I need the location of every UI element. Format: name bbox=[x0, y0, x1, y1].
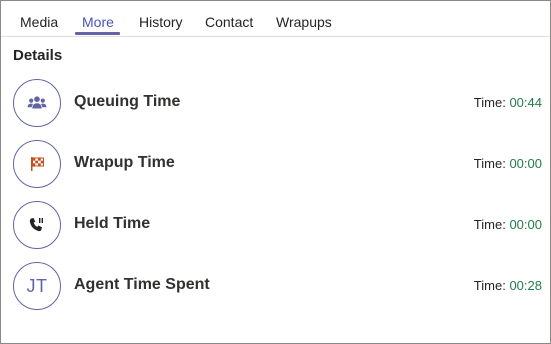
wrapup-icon-badge bbox=[13, 140, 61, 188]
detail-label: Agent Time Spent bbox=[74, 276, 210, 293]
detail-time: Time: 00:28 bbox=[474, 278, 542, 293]
tab-history[interactable]: History bbox=[139, 14, 183, 30]
details-panel: Media More History Contact Wrapups Detai… bbox=[0, 0, 551, 344]
time-value: 00:00 bbox=[509, 217, 542, 232]
time-prefix: Time: bbox=[473, 95, 506, 110]
section-title: Details bbox=[13, 47, 63, 64]
tab-media[interactable]: Media bbox=[20, 14, 58, 30]
detail-time: Time: 00:00 bbox=[474, 217, 542, 232]
detail-row-queuing-time: Queuing Time Time: 00:44 bbox=[1, 79, 550, 129]
detail-label: Queuing Time bbox=[74, 93, 181, 110]
time-prefix: Time: bbox=[473, 217, 506, 232]
avatar: JT bbox=[13, 262, 61, 310]
held-icon-badge bbox=[13, 201, 61, 249]
people-icon bbox=[27, 95, 47, 111]
time-value: 00:28 bbox=[509, 278, 542, 293]
phone-hold-icon bbox=[28, 217, 46, 233]
avatar-initials: JT bbox=[26, 275, 48, 296]
detail-time: Time: 00:00 bbox=[474, 156, 542, 171]
time-prefix: Time: bbox=[473, 156, 506, 171]
time-value: 00:00 bbox=[509, 156, 542, 171]
time-prefix: Time: bbox=[473, 278, 506, 293]
tab-more[interactable]: More bbox=[82, 14, 114, 30]
detail-time: Time: 00:44 bbox=[474, 95, 542, 110]
detail-label: Wrapup Time bbox=[74, 154, 175, 171]
detail-row-held-time: Held Time Time: 00:00 bbox=[1, 201, 550, 251]
detail-label: Held Time bbox=[74, 215, 151, 232]
time-value: 00:44 bbox=[509, 95, 542, 110]
tab-bar: Media More History Contact Wrapups bbox=[1, 1, 550, 37]
tab-wrapups[interactable]: Wrapups bbox=[276, 14, 332, 30]
detail-row-wrapup-time: Wrapup Time Time: 00:00 bbox=[1, 140, 550, 190]
active-tab-indicator bbox=[75, 32, 120, 35]
detail-row-agent-time-spent: JT Agent Time Spent Time: 00:28 bbox=[1, 262, 550, 312]
checkered-flag-icon bbox=[29, 156, 45, 172]
queuing-icon-badge bbox=[13, 79, 61, 127]
tab-contact[interactable]: Contact bbox=[205, 14, 253, 30]
